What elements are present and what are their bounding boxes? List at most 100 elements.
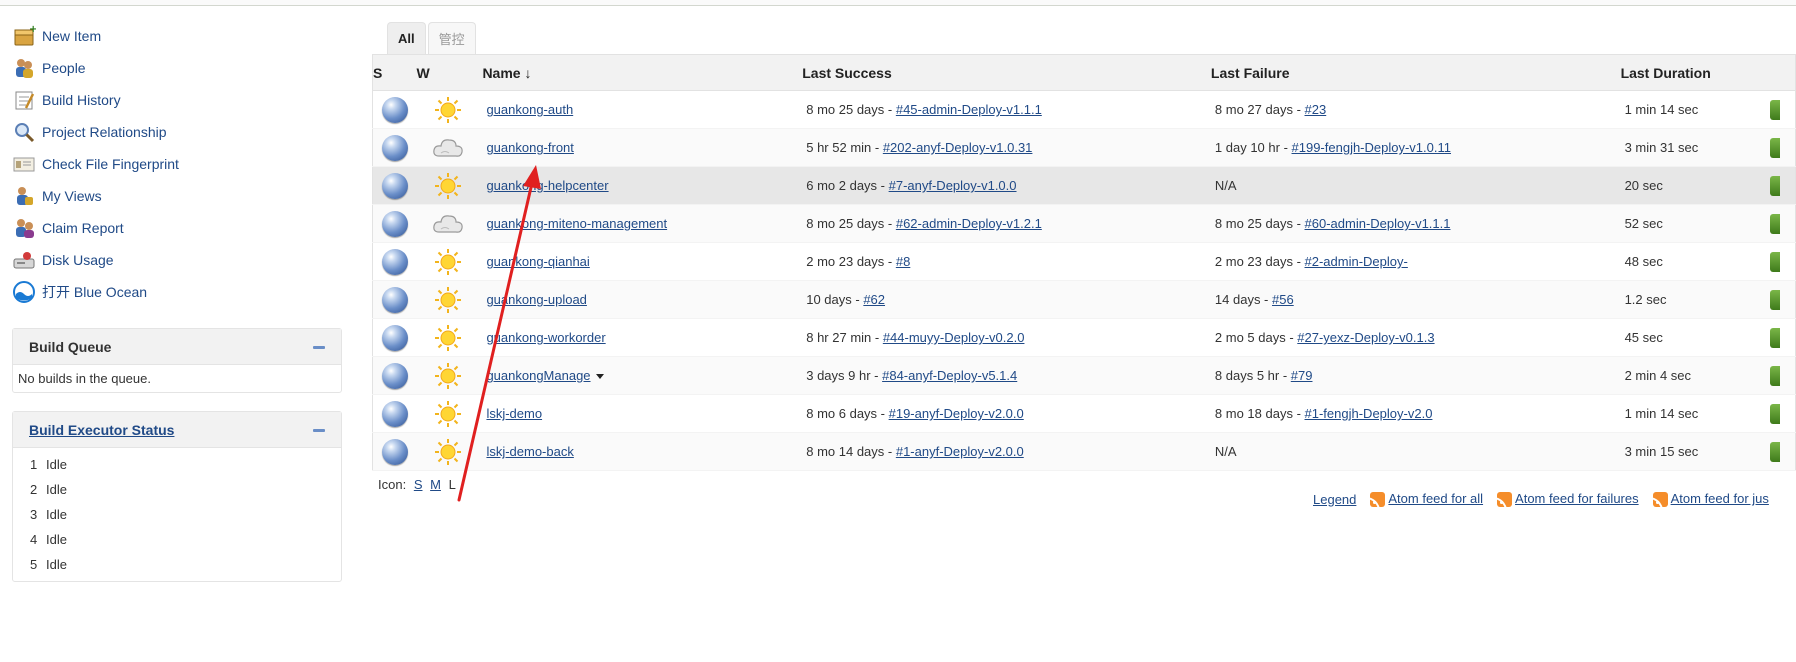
last-failure-build-link[interactable]: #60-admin-Deploy-v1.1.1 [1305, 216, 1451, 231]
atom-feed-failures-link[interactable]: Atom feed for failures [1515, 491, 1639, 506]
tab-guankong[interactable]: 管控 [427, 22, 476, 54]
sidebar-item-label[interactable]: My Views [42, 188, 102, 204]
job-name-link[interactable]: guankong-upload [486, 292, 586, 307]
job-name-link[interactable]: guankong-helpcenter [486, 178, 608, 193]
last-success-build-link[interactable]: #7-anyf-Deploy-v1.0.0 [889, 178, 1017, 193]
job-name-link[interactable]: guankong-workorder [486, 330, 605, 345]
last-failure-build-link[interactable]: #2-admin-Deploy- [1305, 254, 1408, 269]
job-menu-dropdown-icon[interactable] [595, 374, 604, 380]
weather-sunny-icon[interactable] [434, 324, 462, 351]
icon-size-medium[interactable]: M [430, 477, 441, 492]
sidebar-item-blue-ocean[interactable]: 打开 Blue Ocean [12, 276, 342, 308]
schedule-build-icon[interactable] [1770, 175, 1781, 196]
claim-icon [12, 216, 36, 240]
weather-cloudy-icon[interactable] [432, 214, 464, 233]
job-name-link[interactable]: guankong-front [486, 140, 573, 155]
collapse-icon[interactable] [313, 343, 325, 351]
last-success-build-link[interactable]: #202-anyf-Deploy-v1.0.31 [883, 140, 1033, 155]
sidebar-item-label[interactable]: Check File Fingerprint [42, 156, 179, 172]
weather-sunny-icon[interactable] [434, 248, 462, 275]
sidebar-item-project-relationship[interactable]: Project Relationship [12, 116, 342, 148]
collapse-icon[interactable] [313, 426, 325, 434]
job-name-link[interactable]: lskj-demo [486, 406, 542, 421]
weather-sunny-icon[interactable] [434, 172, 462, 199]
status-ball-icon[interactable] [381, 324, 408, 351]
job-name-link[interactable]: lskj-demo-back [486, 444, 573, 459]
sidebar-item-claim-report[interactable]: Claim Report [12, 212, 342, 244]
last-failure-build-link[interactable]: #1-fengjh-Deploy-v2.0 [1305, 406, 1433, 421]
col-name[interactable]: Name ↓ [480, 54, 803, 91]
schedule-build-icon[interactable] [1770, 403, 1781, 424]
schedule-build-icon[interactable] [1770, 251, 1781, 272]
last-success-time: 6 mo 2 days - [806, 178, 889, 193]
icon-size-small[interactable]: S [414, 477, 423, 492]
schedule-build-icon[interactable] [1770, 365, 1781, 386]
last-failure-build-link[interactable]: #27-yexz-Deploy-v0.1.3 [1297, 330, 1434, 345]
atom-feed-all-link[interactable]: Atom feed for all [1388, 491, 1483, 506]
last-failure-build-link[interactable]: #79 [1291, 368, 1313, 383]
last-success-build-link[interactable]: #84-anyf-Deploy-v5.1.4 [882, 368, 1017, 383]
weather-sunny-icon[interactable] [434, 438, 462, 465]
status-ball-icon[interactable] [381, 248, 408, 275]
last-success-build-link[interactable]: #62-admin-Deploy-v1.2.1 [896, 216, 1042, 231]
sidebar-item-label[interactable]: Project Relationship [42, 124, 167, 140]
sidebar-item-build-history[interactable]: Build History [12, 84, 342, 116]
schedule-build-icon[interactable] [1770, 99, 1781, 120]
last-failure-build-link[interactable]: #199-fengjh-Deploy-v1.0.11 [1292, 140, 1451, 155]
col-status[interactable]: S [372, 54, 417, 91]
status-ball-icon[interactable] [381, 400, 408, 427]
status-ball-icon[interactable] [381, 96, 408, 123]
job-name-link[interactable]: guankongManage [486, 368, 590, 383]
job-name-link[interactable]: guankong-qianhai [486, 254, 589, 269]
col-last-duration[interactable]: Last Duration [1620, 54, 1771, 91]
sidebar-item-check-file-fingerprint[interactable]: Check File Fingerprint [12, 148, 342, 180]
weather-sunny-icon[interactable] [434, 96, 462, 123]
status-ball-icon[interactable] [381, 286, 408, 313]
sidebar-item-label[interactable]: Disk Usage [42, 252, 114, 268]
status-ball-icon[interactable] [381, 210, 408, 237]
last-success-build-link[interactable]: #1-anyf-Deploy-v2.0.0 [896, 444, 1024, 459]
last-success-build-link[interactable]: #44-muyy-Deploy-v0.2.0 [883, 330, 1025, 345]
magnifier-icon [12, 120, 36, 144]
sidebar-item-disk-usage[interactable]: Disk Usage [12, 244, 342, 276]
sidebar-item-label[interactable]: People [42, 60, 86, 76]
schedule-build-icon[interactable] [1770, 327, 1781, 348]
last-failure-build-link[interactable]: #56 [1272, 292, 1294, 307]
sidebar-item-label[interactable]: Build History [42, 92, 121, 108]
job-name-link[interactable]: guankong-miteno-management [486, 216, 667, 231]
last-success-time: 8 mo 25 days - [806, 102, 896, 117]
status-ball-icon[interactable] [381, 438, 408, 465]
sidebar-item-label[interactable]: 打开 Blue Ocean [42, 282, 147, 302]
executor-title-link[interactable]: Build Executor Status [29, 422, 174, 438]
status-ball-icon[interactable] [381, 172, 408, 199]
last-success-build-link[interactable]: #45-admin-Deploy-v1.1.1 [896, 102, 1042, 117]
last-success-build-link[interactable]: #62 [863, 292, 885, 307]
last-failure-time: 14 days - [1214, 292, 1272, 307]
status-ball-icon[interactable] [381, 362, 408, 389]
col-weather[interactable]: W [416, 54, 481, 91]
schedule-build-icon[interactable] [1770, 441, 1781, 462]
col-last-success[interactable]: Last Success [802, 54, 1211, 91]
schedule-build-icon[interactable] [1770, 289, 1781, 310]
legend-link[interactable]: Legend [1313, 492, 1356, 507]
weather-sunny-icon[interactable] [434, 286, 462, 313]
last-failure-build-link[interactable]: #23 [1305, 102, 1327, 117]
weather-cloudy-icon[interactable] [432, 138, 464, 157]
atom-feed-just-link[interactable]: Atom feed for jus [1671, 491, 1769, 506]
last-duration: 48 sec [1624, 254, 1663, 269]
tab-all[interactable]: All [387, 22, 426, 54]
sidebar-item-new-item[interactable]: + New Item [12, 20, 342, 52]
col-last-failure[interactable]: Last Failure [1210, 54, 1621, 91]
sidebar-item-my-views[interactable]: My Views [12, 180, 342, 212]
sidebar-item-people[interactable]: People [12, 52, 342, 84]
sidebar-item-label[interactable]: Claim Report [42, 220, 124, 236]
job-name-link[interactable]: guankong-auth [486, 102, 573, 117]
schedule-build-icon[interactable] [1770, 213, 1781, 234]
weather-sunny-icon[interactable] [434, 400, 462, 427]
schedule-build-icon[interactable] [1770, 137, 1781, 158]
sidebar-item-label[interactable]: New Item [42, 28, 101, 44]
weather-sunny-icon[interactable] [434, 362, 462, 389]
last-success-build-link[interactable]: #8 [896, 254, 910, 269]
last-success-build-link[interactable]: #19-anyf-Deploy-v2.0.0 [889, 406, 1024, 421]
status-ball-icon[interactable] [381, 134, 408, 161]
